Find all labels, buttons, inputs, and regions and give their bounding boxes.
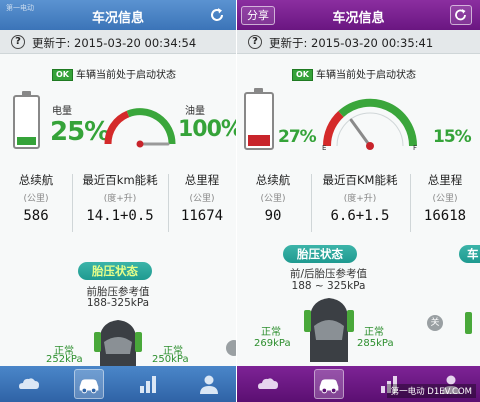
status-row: OK 车辆当前处于启动状态: [52, 66, 176, 81]
stat-range: 总续航 (公里) 586: [18, 173, 54, 224]
tire-left-value: 252kPa: [46, 354, 83, 365]
ok-badge: OK: [292, 69, 313, 81]
refresh-button[interactable]: [450, 5, 472, 25]
cloud-icon[interactable]: [14, 369, 44, 399]
car-icon[interactable]: [74, 369, 104, 399]
refresh-icon: [455, 9, 466, 21]
car-top-icon: [94, 320, 142, 368]
stat-consumption-2: 最近百KM能耗 (度+升) 6.6+1.5: [322, 173, 398, 224]
person-icon[interactable]: [194, 369, 224, 399]
tire-status-button-2[interactable]: 胎压状态: [283, 245, 357, 263]
chart-icon[interactable]: [134, 369, 164, 399]
partial-tire-icon: [465, 312, 472, 334]
update-row: ? 更新于: 2015-03-20 00:34:54: [0, 30, 236, 54]
update-time-2: 更新于: 2015-03-20 00:35:41: [269, 36, 434, 50]
side-scroll-button[interactable]: [226, 340, 236, 356]
page-title-2: 车况信息: [332, 11, 385, 26]
cloud-icon[interactable]: [253, 369, 283, 399]
tire-ref-value: 188-325kPa: [86, 297, 150, 309]
battery-icon: [13, 91, 40, 149]
header-bar-2: 分享 车况信息: [237, 0, 480, 30]
tire-right-value-2: 285kPa: [357, 338, 394, 349]
battery-icon-2: [244, 88, 274, 150]
header-bar: 第一电动 车况信息: [0, 0, 236, 30]
footer-watermark: 第一电动 D1EV.COM: [386, 384, 476, 398]
toggle-button[interactable]: 关: [427, 315, 443, 331]
tire-ref-value-2: 188 ~ 325kPa: [291, 280, 366, 292]
tire-right-value: 250kPa: [152, 354, 189, 365]
stat-range-2: 总续航 (公里) 90: [255, 173, 291, 224]
fuel-percent: 100%: [178, 117, 236, 142]
status-text: 车辆当前处于启动状态: [76, 70, 176, 81]
gauge-f-label: F: [413, 144, 417, 152]
update-time: 更新于: 2015-03-20 00:34:54: [32, 36, 197, 50]
panel-blue: 第一电动 车况信息 ? 更新于: 2015-03-20 00:34:54 OK 车…: [0, 0, 236, 402]
stat-odometer: 总里程 (公里) 11674: [180, 173, 224, 224]
tire-status-button[interactable]: 胎压状态: [78, 262, 152, 280]
page-title: 车况信息: [91, 11, 144, 26]
car-top-icon-2: [304, 298, 354, 362]
fuel-label: 油量: [185, 106, 205, 117]
stat-odometer-2: 总里程 (公里) 16618: [423, 173, 467, 224]
stat-consumption: 最近百km能耗 (度+升) 14.1+0.5: [82, 173, 158, 224]
refresh-icon[interactable]: [207, 5, 227, 25]
panel-purple: 分享 车况信息 ? 更新于: 2015-03-20 00:35:41 OK 车辆当…: [237, 0, 480, 402]
update-row-2: ? 更新于: 2015-03-20 00:35:41: [237, 30, 480, 54]
fuel-gauge: [104, 108, 176, 148]
tire-left-value-2: 269kPa: [254, 338, 291, 349]
next-tab-button[interactable]: 车: [459, 245, 480, 263]
car-icon[interactable]: [314, 369, 344, 399]
bottom-nav: [0, 366, 236, 402]
help-icon[interactable]: ?: [11, 35, 25, 49]
tire-left-state-2: 正常: [261, 327, 281, 338]
tire-ref-label-2: 前/后胎压参考值: [289, 268, 368, 280]
gauge-e-label: E: [322, 144, 326, 152]
tire-right-state-2: 正常: [364, 327, 384, 338]
battery-percent-2: 27%: [278, 127, 317, 147]
help-icon[interactable]: ?: [248, 35, 262, 49]
ok-badge: OK: [52, 69, 73, 81]
status-text: 车辆当前处于启动状态: [316, 70, 416, 81]
battery-label: 电量: [52, 106, 72, 117]
fuel-gauge-2: E F: [322, 98, 417, 152]
status-row-2: OK 车辆当前处于启动状态: [292, 66, 416, 81]
fuel-percent-2: 15%: [433, 127, 472, 147]
